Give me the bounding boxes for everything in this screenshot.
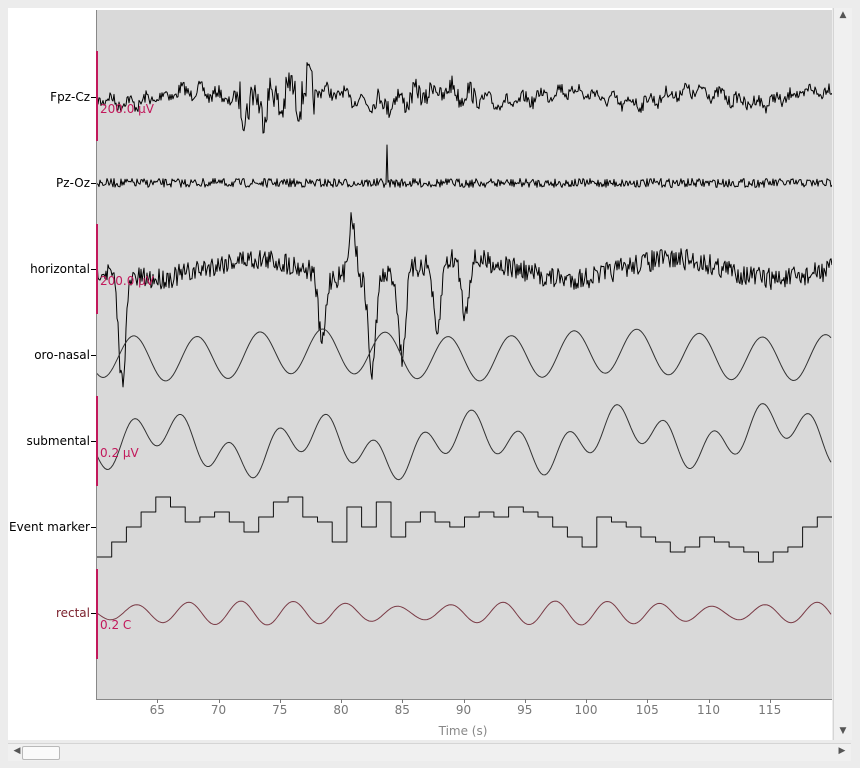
channel-tick	[91, 527, 96, 528]
signal-traces	[97, 62, 832, 626]
x-tick-label: 90	[455, 703, 472, 717]
channel-label: Fpz-Cz	[50, 90, 90, 104]
scale-label: 0.2 µV	[100, 446, 139, 460]
x-tick-label: 105	[635, 703, 659, 717]
x-tick-label: 65	[149, 703, 165, 717]
x-tick-label: 95	[517, 703, 533, 717]
channel-label: Event marker	[8, 520, 90, 534]
raw-signal-plot[interactable]	[96, 10, 832, 700]
x-tick-label: 100	[574, 703, 598, 717]
scale-label: 200.0 µV	[100, 102, 155, 116]
trace-oro-nasal	[97, 328, 832, 382]
channel-tick	[91, 355, 96, 356]
channel-tick	[91, 183, 96, 184]
x-tick-label: 70	[210, 703, 227, 717]
horizontal-scrollbar[interactable]: ◀ ▶	[8, 743, 851, 761]
trace-fpz-cz	[97, 62, 832, 134]
horizontal-scroll-thumb[interactable]	[22, 746, 60, 760]
x-tick-label: 80	[333, 703, 349, 717]
scroll-right-icon[interactable]: ▶	[833, 746, 851, 756]
scale-bar	[96, 51, 98, 141]
trace-event-marker	[97, 496, 832, 563]
scale-bar	[96, 569, 98, 659]
vertical-scrollbar[interactable]: ▲ ▼	[833, 8, 852, 740]
x-tick-label: 85	[394, 703, 410, 717]
trace-rectal	[97, 600, 832, 626]
channel-label: submental	[26, 434, 90, 448]
channel-label: oro-nasal	[34, 348, 90, 362]
scale-label: 0.2 C	[100, 618, 132, 632]
channel-label: Pz-Oz	[56, 176, 90, 190]
x-tick-label: 115	[758, 703, 782, 717]
scroll-down-icon[interactable]: ▼	[834, 726, 852, 736]
channel-label: rectal	[55, 606, 90, 620]
x-axis-label: Time (s)	[438, 724, 488, 738]
x-tick-label: 75	[272, 703, 288, 717]
scroll-up-icon[interactable]: ▲	[834, 10, 852, 20]
channel-label: horizontal	[30, 262, 90, 276]
scale-label: 200.0 µV	[100, 274, 155, 288]
scale-bar	[96, 224, 98, 314]
scale-bar	[96, 396, 98, 486]
trace-submental	[97, 403, 832, 481]
x-tick-label: 110	[697, 703, 720, 717]
trace-pz-oz	[97, 144, 832, 188]
